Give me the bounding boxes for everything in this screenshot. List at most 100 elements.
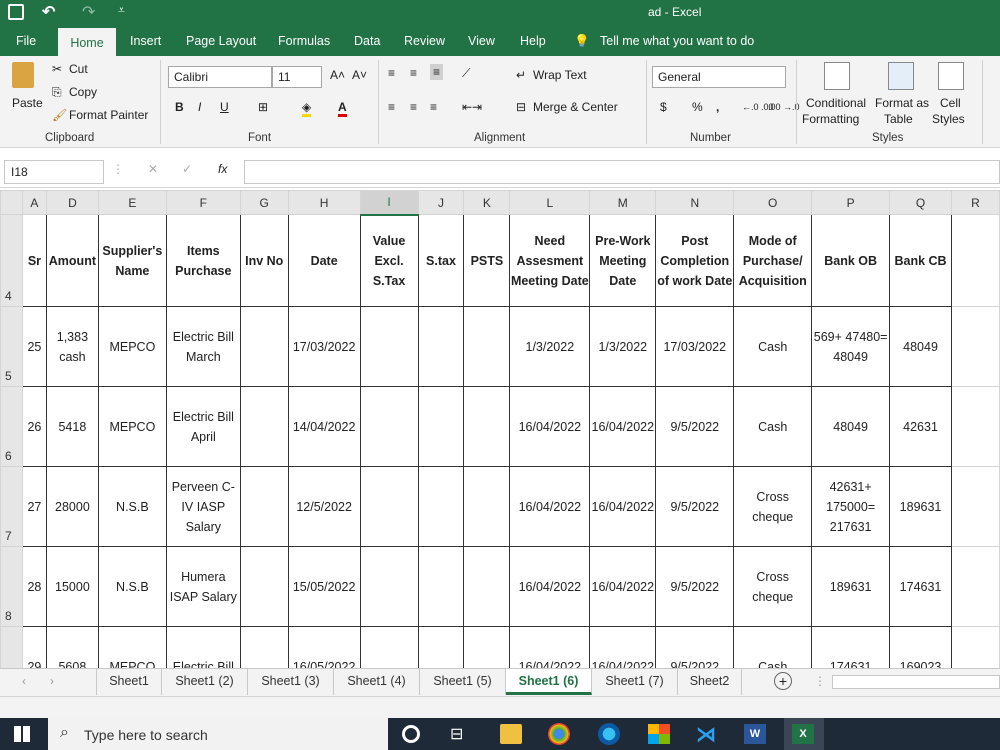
header-cell[interactable]: Mode of Purchase/ Acquisition xyxy=(733,214,813,307)
sheet-tab[interactable]: Sheet1 (7) xyxy=(592,669,678,695)
percent-button[interactable]: % xyxy=(692,100,703,114)
cell[interactable] xyxy=(359,306,419,387)
cell[interactable]: 12/5/2022 xyxy=(287,466,361,547)
align-right-icon[interactable]: ≡ xyxy=(430,100,437,114)
fill-color-icon[interactable]: ◈ xyxy=(302,100,312,117)
align-top-icon[interactable]: ≡ xyxy=(388,66,395,80)
align-middle-icon[interactable]: ≡ xyxy=(410,66,417,80)
format-painter-icon[interactable]: 🖌 xyxy=(52,108,67,122)
cell[interactable] xyxy=(463,626,511,668)
horizontal-scrollbar[interactable] xyxy=(832,675,1000,689)
cell[interactable]: 16/04/2022 xyxy=(509,466,591,547)
cell[interactable]: Electric Bill xyxy=(165,626,241,668)
cell[interactable]: Perveen C-IV IASP Salary xyxy=(165,466,241,547)
undo-icon[interactable]: ↶ xyxy=(42,2,55,22)
cell[interactable]: MEPCO xyxy=(97,626,167,668)
cell[interactable]: 26 xyxy=(21,386,47,467)
tab-view[interactable]: View xyxy=(468,26,495,56)
cell[interactable]: 9/5/2022 xyxy=(655,546,735,627)
tab-formulas[interactable]: Formulas xyxy=(278,26,330,56)
cell[interactable]: Cash xyxy=(733,306,813,387)
empty-cell[interactable] xyxy=(951,546,1000,627)
conditional-formatting-label-1[interactable]: Conditional xyxy=(806,96,866,110)
cell-styles-label-2[interactable]: Styles xyxy=(932,112,965,126)
header-cell[interactable]: Post Completion of work Date xyxy=(655,214,735,307)
word-icon[interactable]: W xyxy=(744,724,766,744)
cell[interactable]: 15000 xyxy=(45,546,99,627)
cell[interactable]: 9/5/2022 xyxy=(655,626,735,668)
cell[interactable]: 16/04/2022 xyxy=(589,626,657,668)
column-header[interactable]: N xyxy=(655,190,735,215)
cell[interactable]: 189631 xyxy=(811,546,891,627)
column-header[interactable]: F xyxy=(165,190,241,215)
tell-me-box[interactable]: Tell me what you want to do xyxy=(600,26,754,56)
scroll-left-icon[interactable]: ‹ xyxy=(22,674,26,688)
add-sheet-icon[interactable]: + xyxy=(774,672,792,690)
currency-button[interactable]: $ xyxy=(660,100,667,114)
cell[interactable]: 29 xyxy=(21,626,47,668)
tab-insert[interactable]: Insert xyxy=(130,26,161,56)
underline-button[interactable]: U xyxy=(220,100,229,114)
task-view-icon[interactable]: ⊟ xyxy=(450,724,472,744)
row-header[interactable]: 9 xyxy=(0,626,23,668)
header-cell[interactable]: Amount xyxy=(45,214,99,307)
taskbar-search-box[interactable]: ⌕ Type here to search xyxy=(48,718,388,750)
wrap-text-button[interactable]: Wrap Text xyxy=(533,68,587,82)
cell[interactable]: 27 xyxy=(21,466,47,547)
cell[interactable]: 9/5/2022 xyxy=(655,466,735,547)
conditional-formatting-label-2[interactable]: Formatting xyxy=(802,112,859,126)
cell[interactable] xyxy=(463,386,511,467)
cell[interactable]: 1/3/2022 xyxy=(509,306,591,387)
format-painter-button[interactable]: Format Painter xyxy=(69,108,148,122)
cell[interactable] xyxy=(417,546,465,627)
scroll-right-icon[interactable]: › xyxy=(50,674,54,688)
empty-cell[interactable] xyxy=(951,466,1000,547)
windows-start-icon[interactable] xyxy=(14,726,30,742)
header-cell[interactable]: Sr xyxy=(21,214,47,307)
cell[interactable]: 17/03/2022 xyxy=(655,306,735,387)
tab-splitter-icon[interactable]: ⋮ xyxy=(814,674,826,688)
sheet-tab[interactable]: Sheet1 (3) xyxy=(248,669,334,695)
cell[interactable]: 15/05/2022 xyxy=(287,546,361,627)
bold-button[interactable]: B xyxy=(175,100,184,114)
cell[interactable]: 169023 xyxy=(889,626,952,668)
header-cell[interactable]: Date xyxy=(287,214,361,307)
cell[interactable]: 17/03/2022 xyxy=(287,306,361,387)
cell[interactable]: Cash xyxy=(733,626,813,668)
cell[interactable]: MEPCO xyxy=(97,306,167,387)
font-color-icon[interactable]: A xyxy=(338,100,347,117)
column-header[interactable]: A xyxy=(21,190,47,215)
comma-button[interactable]: , xyxy=(716,100,719,114)
sheet-tab-active[interactable]: Sheet1 (6) xyxy=(506,669,592,695)
cell-styles-label-1[interactable]: Cell xyxy=(940,96,961,110)
redo-icon[interactable]: ↷ xyxy=(82,2,95,22)
empty-cell[interactable] xyxy=(951,386,1000,467)
cell[interactable]: 14/04/2022 xyxy=(287,386,361,467)
file-explorer-icon[interactable] xyxy=(500,724,522,744)
cell[interactable] xyxy=(239,466,289,547)
header-cell[interactable]: Items Purchase xyxy=(165,214,241,307)
header-cell[interactable]: PSTS xyxy=(463,214,511,307)
column-header[interactable]: Q xyxy=(889,190,952,215)
cell[interactable] xyxy=(463,466,511,547)
font-name-select[interactable]: Calibri xyxy=(168,66,272,88)
header-cell[interactable]: Bank OB xyxy=(811,214,891,307)
cell[interactable] xyxy=(359,626,419,668)
cell[interactable] xyxy=(359,546,419,627)
shrink-font-icon[interactable]: A˅ xyxy=(352,68,367,82)
header-cell[interactable]: Need Assesment Meeting Date xyxy=(509,214,591,307)
merge-center-button[interactable]: Merge & Center xyxy=(533,100,618,114)
font-size-select[interactable]: 11 xyxy=(272,66,322,88)
cell[interactable] xyxy=(463,546,511,627)
indent-icon[interactable]: ⇤⇥ xyxy=(462,100,482,114)
cell[interactable] xyxy=(239,626,289,668)
conditional-formatting-icon[interactable] xyxy=(824,62,850,90)
cell[interactable]: N.S.B xyxy=(97,466,167,547)
tab-review[interactable]: Review xyxy=(404,26,445,56)
column-header[interactable]: L xyxy=(509,190,591,215)
cell[interactable]: 9/5/2022 xyxy=(655,386,735,467)
cell[interactable]: 42631+ 175000= 217631 xyxy=(811,466,891,547)
column-header[interactable]: H xyxy=(287,190,361,215)
column-header[interactable]: R xyxy=(951,190,1000,215)
cell[interactable] xyxy=(359,386,419,467)
